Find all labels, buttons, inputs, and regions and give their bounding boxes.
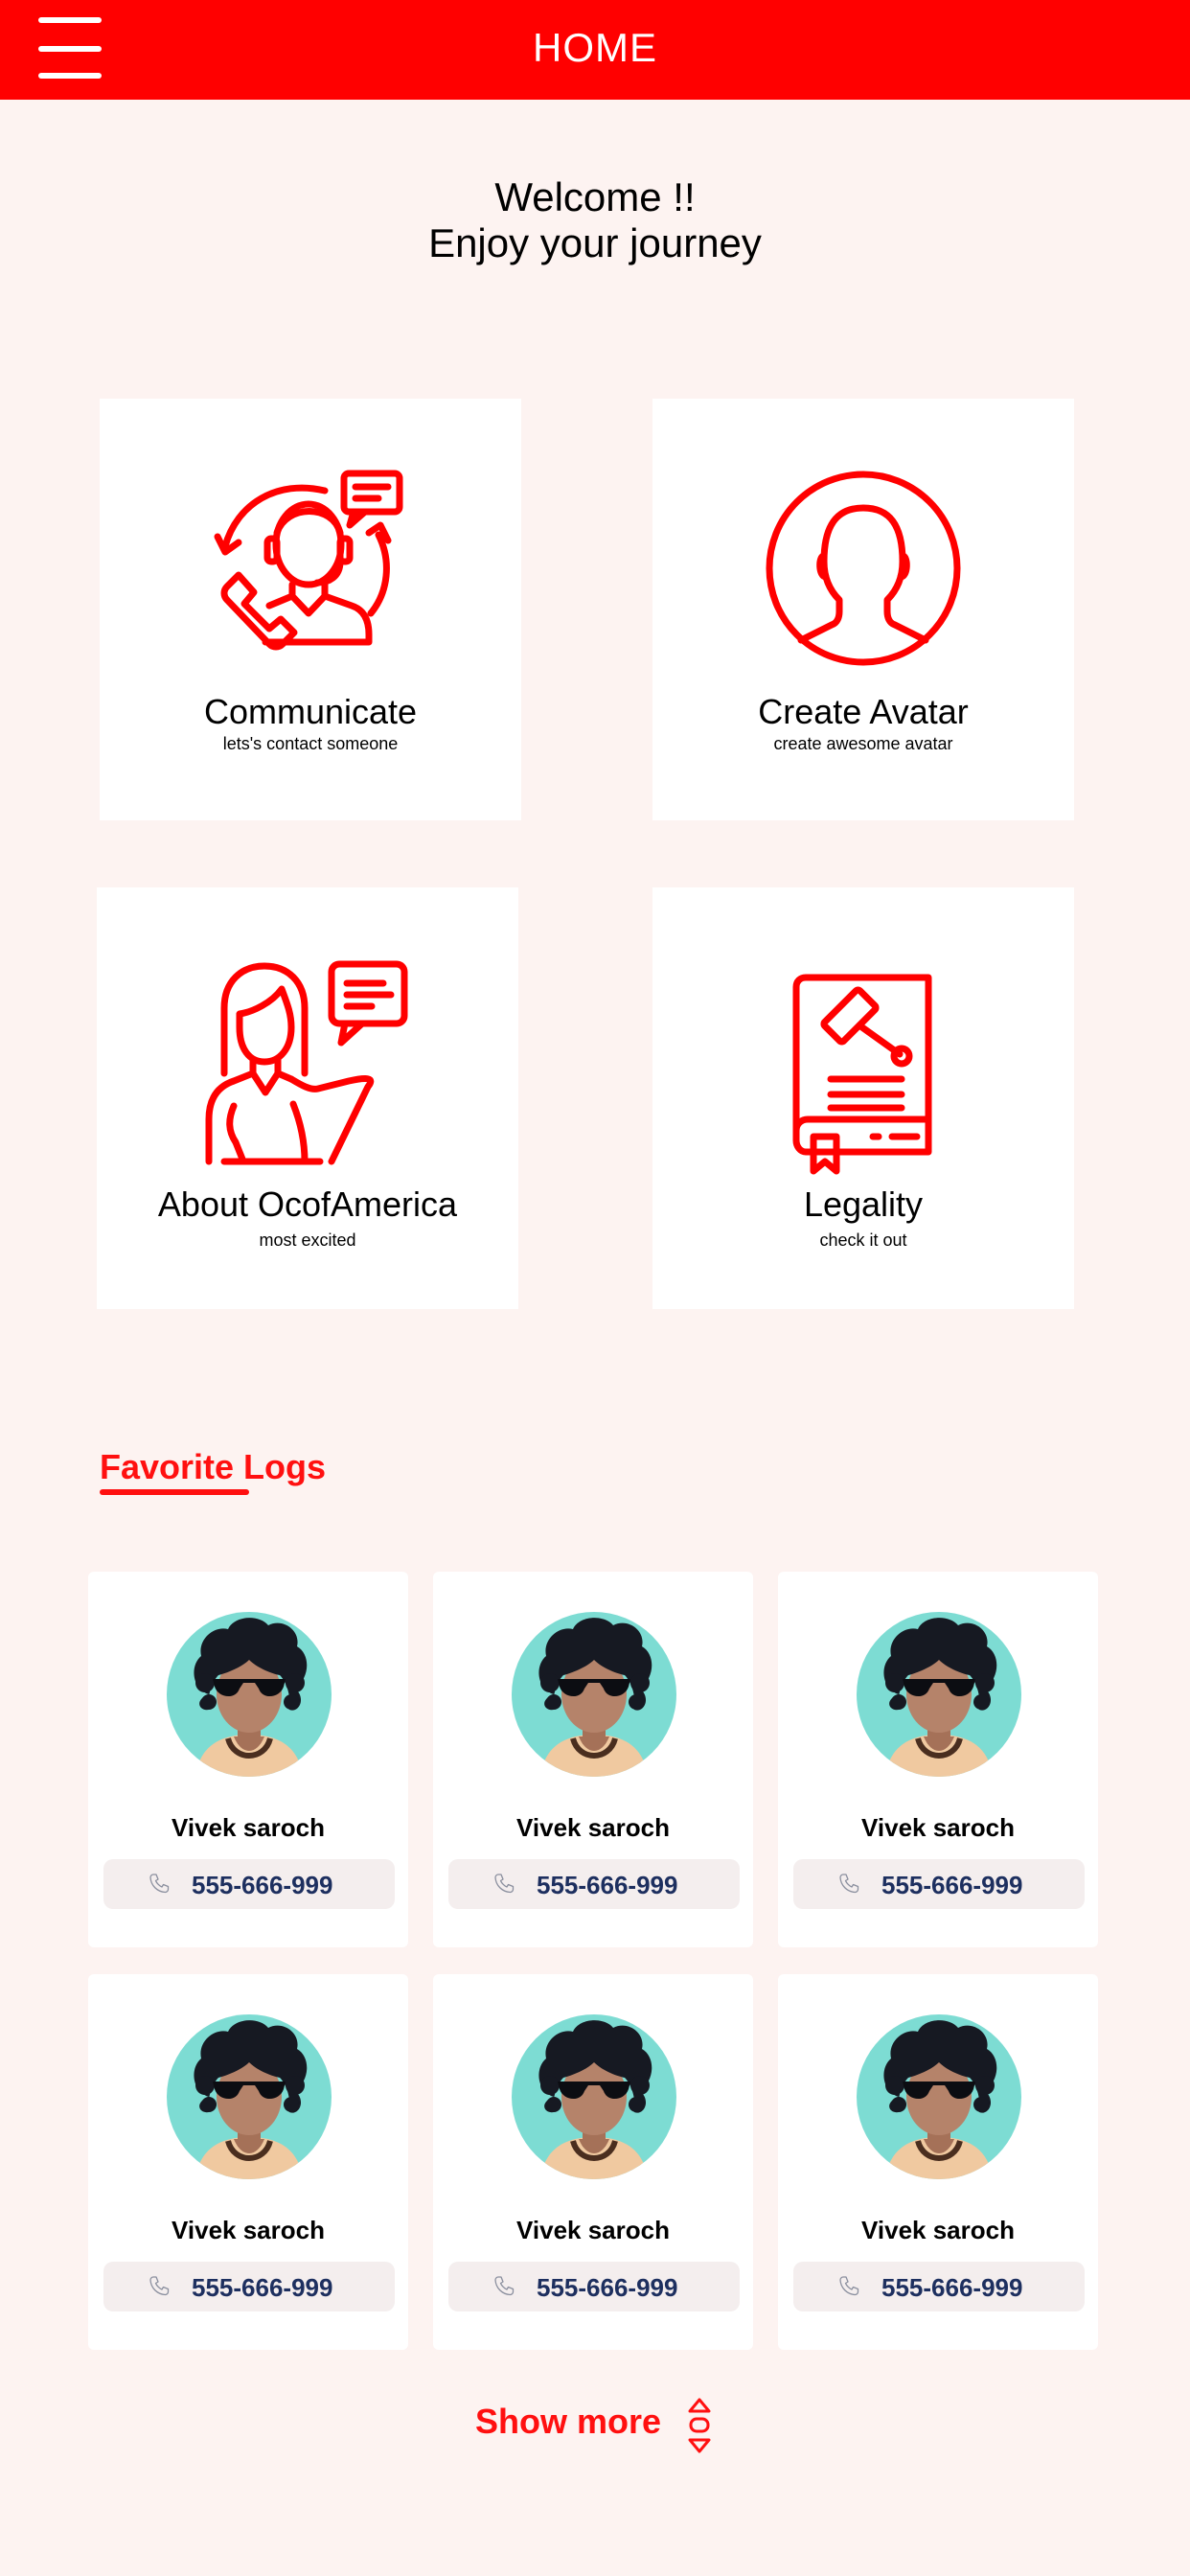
card-about[interactable]: About OcofAmerica most excited (97, 887, 518, 1309)
phone-button[interactable]: 555-666-999 (793, 1859, 1085, 1909)
page-title: HOME (533, 25, 657, 70)
card-title: About OcofAmerica (157, 1184, 458, 1224)
phone-number: 555-666-999 (537, 1871, 678, 1899)
phone-button[interactable]: 555-666-999 (103, 2262, 395, 2312)
avatar (167, 2014, 332, 2179)
user-avatar-icon (652, 470, 1074, 667)
card-title: Create Avatar (758, 692, 969, 731)
card-subtitle: most excited (259, 1230, 356, 1250)
phone-number: 555-666-999 (537, 2273, 678, 2302)
favorite-log-card[interactable]: Vivek saroch 555-666-999 (778, 1974, 1098, 2350)
welcome-heading: Welcome !! (494, 174, 696, 219)
phone-button[interactable]: 555-666-999 (448, 1859, 740, 1909)
phone-button[interactable]: 555-666-999 (103, 1859, 395, 1909)
customer-support-icon (100, 466, 521, 667)
card-title: Communicate (203, 692, 418, 731)
phone-number: 555-666-999 (881, 1871, 1023, 1899)
section-underline (100, 1489, 249, 1495)
favorite-log-card[interactable]: Vivek saroch 555-666-999 (433, 1974, 753, 2350)
phone-icon (148, 1873, 171, 1896)
phone-icon (492, 1873, 515, 1896)
favorite-log-card[interactable]: Vivek saroch 555-666-999 (88, 1974, 408, 2350)
avatar (857, 2014, 1021, 2179)
phone-icon (492, 2275, 515, 2298)
card-subtitle: check it out (819, 1230, 907, 1250)
favorite-log-card[interactable]: Vivek saroch 555-666-999 (88, 1572, 408, 1947)
card-subtitle: lets's contact someone (222, 734, 399, 753)
avatar (857, 1612, 1021, 1777)
sort-arrows-icon[interactable] (686, 2396, 713, 2455)
phone-number: 555-666-999 (192, 1871, 333, 1899)
phone-icon (837, 2275, 860, 2298)
phone-number: 555-666-999 (192, 2273, 333, 2302)
phone-button[interactable]: 555-666-999 (793, 2262, 1085, 2312)
avatar (167, 1612, 332, 1777)
contact-name: Vivek saroch (172, 2216, 325, 2244)
phone-icon (837, 1873, 860, 1896)
phone-button[interactable]: 555-666-999 (448, 2262, 740, 2312)
welcome-subheading: Enjoy your journey (428, 220, 762, 265)
contact-name: Vivek saroch (861, 2216, 1015, 2244)
card-communicate[interactable]: Communicate lets's contact someone (100, 399, 521, 820)
top-app-bar: HOME (0, 0, 1190, 100)
woman-speaking-icon (97, 960, 518, 1165)
card-legality[interactable]: Legality check it out (652, 887, 1074, 1309)
card-title: Legality (803, 1184, 924, 1224)
favorite-log-card[interactable]: Vivek saroch 555-666-999 (778, 1572, 1098, 1947)
contact-name: Vivek saroch (172, 1813, 325, 1842)
section-title-favorite-logs: Favorite Logs (100, 1447, 327, 1486)
avatar (512, 1612, 676, 1777)
law-book-icon (652, 974, 1074, 1177)
phone-number: 555-666-999 (881, 2273, 1023, 2302)
phone-icon (148, 2275, 171, 2298)
card-subtitle: create awesome avatar (773, 734, 953, 753)
contact-name: Vivek saroch (861, 1813, 1015, 1842)
card-create-avatar[interactable]: Create Avatar create awesome avatar (652, 399, 1074, 820)
contact-name: Vivek saroch (516, 2216, 670, 2244)
show-more-button[interactable]: Show more (475, 2402, 661, 2442)
avatar (512, 2014, 676, 2179)
favorite-log-card[interactable]: Vivek saroch 555-666-999 (433, 1572, 753, 1947)
contact-name: Vivek saroch (516, 1813, 670, 1842)
